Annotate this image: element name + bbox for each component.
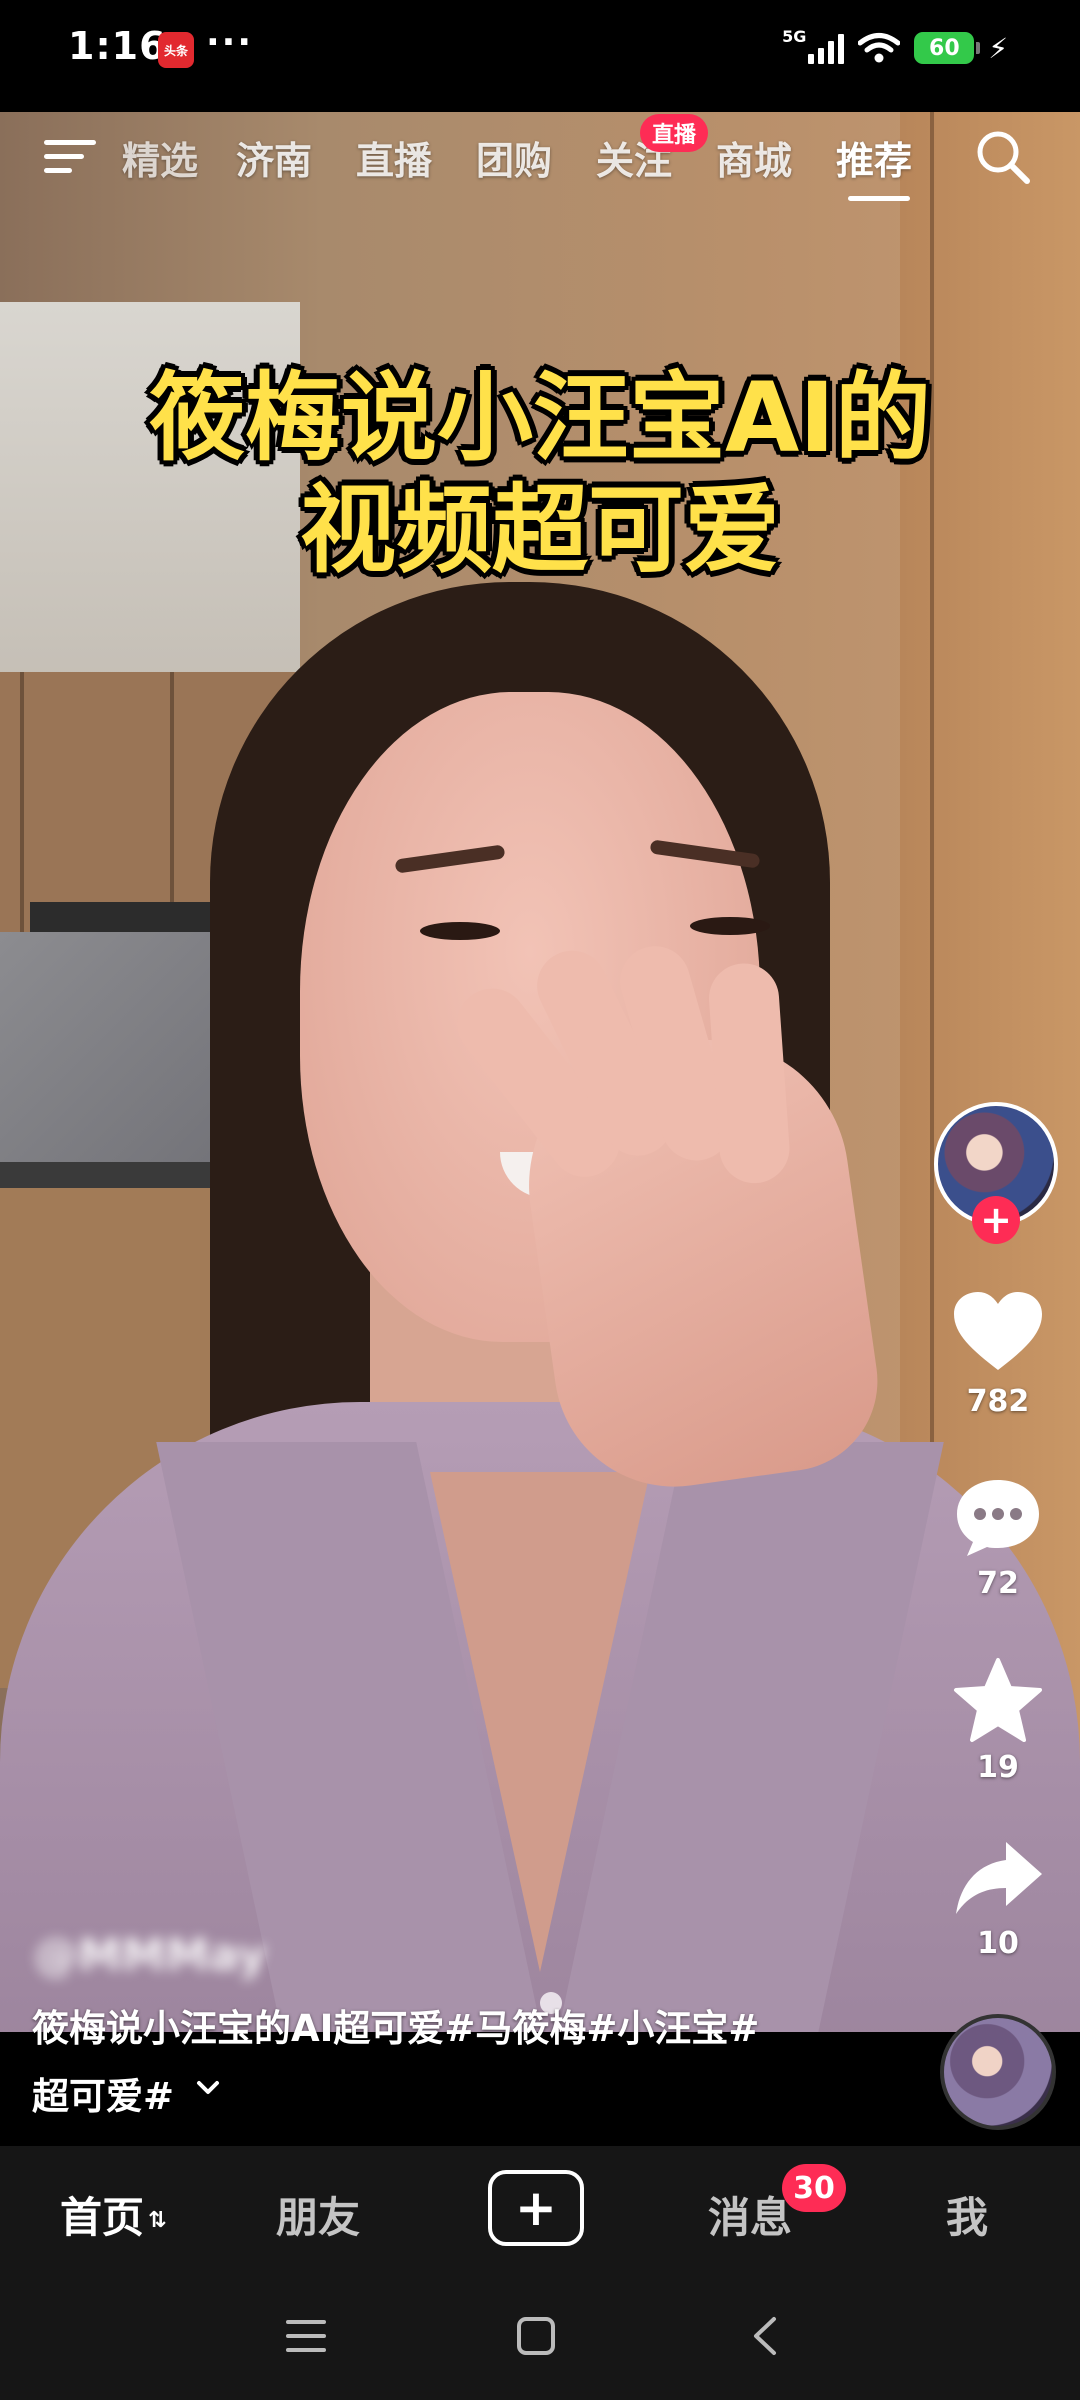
charging-icon: ⚡ [988,31,1008,65]
star-icon [954,1658,1042,1742]
share-button[interactable] [950,1830,1046,1926]
tab-me[interactable]: 我 [946,2184,988,2245]
recent-apps-icon[interactable] [282,2312,330,2360]
video-caption-line-2[interactable]: 超可爱# [32,2066,174,2120]
video-caption-line-1[interactable]: 筱梅说小汪宝的AI超可爱#马筱梅#小汪宝# [32,1998,759,2052]
music-disc-avatar[interactable] [940,2014,1056,2130]
tab-friends[interactable]: 朋友 [276,2184,360,2245]
video-title-line-1: 筱梅说小汪宝AI的 [148,362,931,474]
back-icon[interactable] [742,2312,790,2360]
heart-icon [954,1292,1042,1370]
toutiao-app-icon: 头条 [158,32,194,68]
share-arrow-icon [956,1842,1042,1914]
status-time: 1:16 [68,24,167,68]
switch-feed-icon: ⇅ [148,2208,167,2233]
like-count: 782 [966,1384,1030,1419]
comment-count: 72 [977,1566,1019,1601]
tab-home-label: 首页 [60,2193,145,2242]
wifi-icon [858,33,901,63]
favorite-count: 19 [977,1750,1019,1785]
video-title-line-2: 视频超可爱 [300,474,780,586]
tab-home[interactable]: 首页 ⇅ [60,2184,166,2245]
comment-button[interactable] [950,1470,1046,1566]
search-icon[interactable] [974,128,1032,186]
tab-group-buy[interactable]: 团购 [476,130,552,185]
favorite-button[interactable] [950,1652,1046,1748]
comment-icon [957,1480,1039,1556]
share-count: 10 [977,1926,1019,1961]
tab-jinan[interactable]: 济南 [236,130,312,185]
tab-messages[interactable]: 消息 [708,2184,792,2245]
status-indicators: 5G 60 ⚡ [782,26,1008,70]
tab-live[interactable]: 直播 [356,130,432,185]
like-button[interactable] [950,1284,1046,1380]
status-bar: 1:16 头条 ··· 5G 60 ⚡ [0,0,1080,112]
active-tab-indicator [848,196,910,201]
create-post-button[interactable]: + [488,2170,584,2246]
more-notifications-icon: ··· [206,22,254,63]
video-person-eye [420,922,500,940]
messages-unread-badge: 30 [782,2164,846,2212]
video-title-overlay: 筱梅说小汪宝AI的 视频超可爱 [0,362,1080,586]
menu-icon[interactable] [44,136,96,176]
tab-recommended[interactable]: 推荐 [836,130,912,185]
author-name[interactable]: @MMMay [34,1930,266,1981]
chevron-down-icon[interactable] [192,2072,224,2104]
home-icon[interactable] [512,2312,560,2360]
following-live-badge: 直播 [640,114,709,152]
signal-icon [808,32,845,64]
battery-icon: 60 [914,32,981,64]
tab-featured[interactable]: 精选 [122,130,198,185]
tab-mall[interactable]: 商城 [716,130,792,185]
video-person-eye [690,917,770,935]
network-type: 5G [782,26,807,46]
follow-button[interactable]: + [972,1196,1020,1244]
